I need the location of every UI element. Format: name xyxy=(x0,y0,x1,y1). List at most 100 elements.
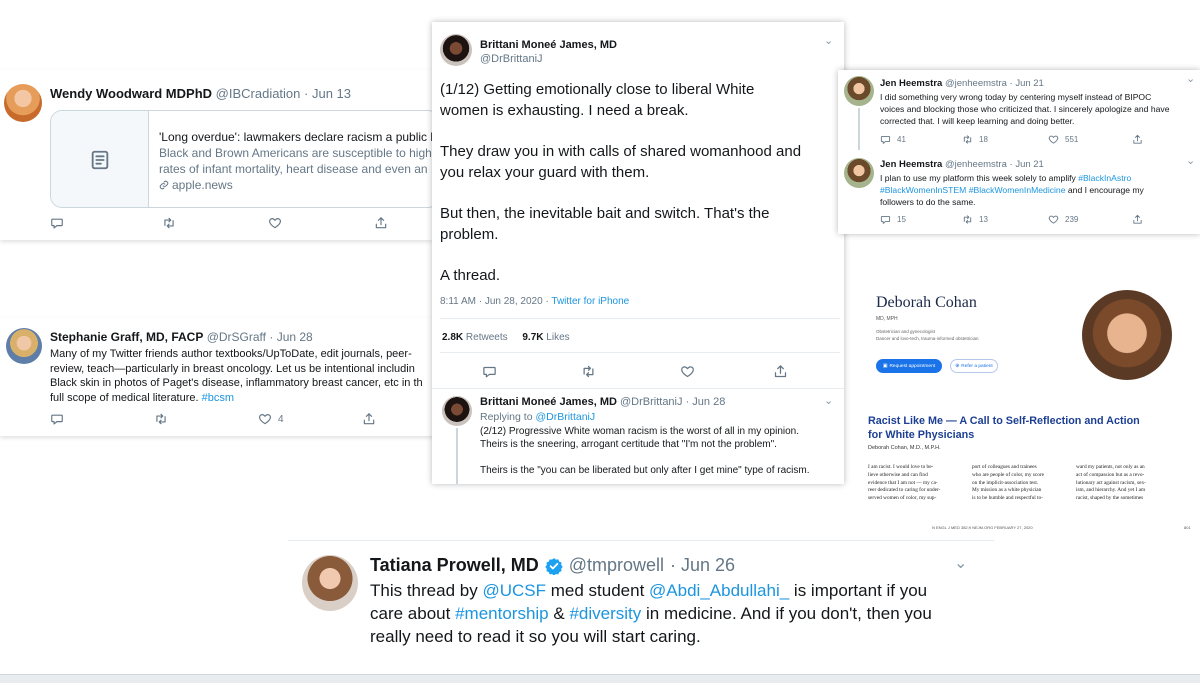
button-label: Request appointment xyxy=(889,363,936,369)
likes-stat[interactable]: 9.7K Likes xyxy=(522,332,569,343)
profile-name: Deborah Cohan xyxy=(876,294,977,311)
mention-link[interactable]: @UCSF xyxy=(482,581,546,600)
article-title-line: Racist Like Me — A Call to Self-Reflecti… xyxy=(868,415,1140,427)
tweet-actions xyxy=(50,216,388,230)
reply-button[interactable] xyxy=(50,412,154,426)
tweet-date[interactable]: · Jun 28 xyxy=(269,330,312,344)
share-icon xyxy=(1132,134,1143,145)
article-column: ward my patients, not only as an act of c… xyxy=(1076,464,1146,502)
like-button[interactable]: 4 xyxy=(258,412,362,426)
author-handle[interactable]: @tmprowell xyxy=(569,555,664,576)
tweet-date[interactable]: · Jun 26 xyxy=(670,555,735,576)
chevron-down-icon[interactable]: ⌄ xyxy=(824,394,833,407)
like-count: 239 xyxy=(1065,215,1079,224)
author-name[interactable]: Brittani Moneé James, MD xyxy=(480,396,617,408)
profile-photo xyxy=(1082,290,1172,380)
reply-icon xyxy=(482,364,497,379)
share-button[interactable] xyxy=(1132,134,1143,145)
author-handle[interactable]: @jenheemstra xyxy=(945,159,1007,170)
author-name[interactable]: Stephanie Graff, MD, FACP xyxy=(50,330,203,344)
tweet-date[interactable]: · Jun 13 xyxy=(304,86,351,101)
retweet-button[interactable]: 18 xyxy=(962,134,1048,145)
avatar[interactable] xyxy=(440,34,472,66)
author-handle[interactable]: @DrSGraff xyxy=(207,330,266,344)
link-card-description: rates of infant mortality, heart disease… xyxy=(159,162,440,176)
retweets-stat[interactable]: 2.8K Retweets xyxy=(442,332,508,343)
retweet-button[interactable] xyxy=(162,216,268,230)
author-handle[interactable]: @DrBrittaniJ xyxy=(480,52,617,66)
tweet-text-line: full scope of medical literature. xyxy=(50,391,199,404)
author-name[interactable]: Jen Heemstra xyxy=(880,78,942,89)
author-name[interactable]: Wendy Woodward MDPhD xyxy=(50,86,212,101)
tweet-text-line: Black skin in photos of Paget's disease,… xyxy=(50,377,423,389)
like-button[interactable]: 239 xyxy=(1048,214,1132,225)
avatar[interactable] xyxy=(844,76,874,106)
author-name[interactable]: Jen Heemstra xyxy=(880,159,942,170)
article-author: Deborah Cohan, M.D., M.P.H. xyxy=(868,445,941,451)
hashtag-link[interactable]: #mentorship xyxy=(455,604,549,623)
retweet-icon xyxy=(154,412,168,426)
hashtag-link[interactable]: #BlackInAstro xyxy=(1078,173,1131,183)
tweet-timestamp[interactable]: 8:11 AM · Jun 28, 2020 · xyxy=(440,296,549,307)
reply-button[interactable] xyxy=(50,216,162,230)
share-button[interactable] xyxy=(374,216,388,230)
reply-count: 15 xyxy=(897,215,906,224)
avatar[interactable] xyxy=(844,158,874,188)
page-number: 801 xyxy=(1184,525,1191,530)
reply-button[interactable] xyxy=(482,364,581,379)
author-handle[interactable]: @DrBrittaniJ xyxy=(620,396,683,408)
avatar[interactable] xyxy=(302,555,358,611)
retweet-button[interactable] xyxy=(581,364,680,379)
retweet-icon xyxy=(962,214,973,225)
link-card[interactable]: 'Long overdue': lawmakers declare racism… xyxy=(50,110,440,208)
link-card-thumbnail xyxy=(51,111,149,207)
avatar[interactable] xyxy=(4,84,42,122)
tweet-header: Jen Heemstra @jenheemstra · Jun 21 xyxy=(880,159,1044,170)
avatar[interactable] xyxy=(442,396,472,426)
tweet-date[interactable]: · Jun 21 xyxy=(1010,159,1044,170)
refer-patient-button[interactable]: ⊕ Refer a patient xyxy=(950,359,998,373)
like-button[interactable]: 551 xyxy=(1048,134,1132,145)
tweet-text-line xyxy=(480,451,842,464)
tweet-text-line: review, teach—particularly in breast onc… xyxy=(50,362,415,375)
author-name[interactable]: Brittani Moneé James, MD xyxy=(480,38,617,52)
avatar[interactable] xyxy=(6,328,42,364)
reply-button[interactable]: 41 xyxy=(880,134,962,145)
mention-link[interactable]: @Abdi_Abdullahi_ xyxy=(649,581,789,600)
like-button[interactable] xyxy=(268,216,374,230)
hashtag-link[interactable]: #diversity xyxy=(569,604,641,623)
retweet-icon xyxy=(162,216,176,230)
tweet-source[interactable]: Twitter for iPhone xyxy=(551,296,629,307)
article-body: I am racist. I would love to be-lieve ot… xyxy=(868,464,1174,503)
retweet-button[interactable] xyxy=(154,412,258,426)
share-button[interactable] xyxy=(1132,214,1143,225)
hashtag-link[interactable]: #BlackWomenInSTEM xyxy=(880,185,966,195)
author-handle[interactable]: @jenheemstra xyxy=(945,78,1007,89)
tweet-date[interactable]: · Jun 21 xyxy=(1010,78,1044,89)
tweet-actions: 41 18 551 xyxy=(880,134,1143,145)
chevron-down-icon[interactable]: ⌄ xyxy=(824,34,833,47)
hashtag-link[interactable]: #BlackWomenInMedicine xyxy=(969,185,1066,195)
like-button[interactable] xyxy=(680,364,773,379)
author-handle[interactable]: @IBCradiation xyxy=(216,86,301,101)
chevron-down-icon[interactable]: ⌄ xyxy=(954,553,967,573)
replying-to: Replying to @DrBrittaniJ xyxy=(480,411,596,423)
request-appointment-button[interactable]: ▣ Request appointment xyxy=(876,359,942,373)
share-button[interactable] xyxy=(773,364,788,379)
heart-icon xyxy=(1048,134,1059,145)
tweet-tatiana-prowell: Tatiana Prowell, MD @tmprowell · Jun 26 … xyxy=(288,540,994,658)
chevron-down-icon[interactable]: ⌄ xyxy=(1186,154,1195,167)
reply-icon xyxy=(50,216,64,230)
reply-icon xyxy=(880,214,891,225)
button-label: Refer a patient xyxy=(961,363,993,369)
chevron-down-icon[interactable]: ⌄ xyxy=(1186,72,1195,85)
window-bottom-bar xyxy=(0,674,1200,683)
mention-link[interactable]: @DrBrittaniJ xyxy=(535,411,595,423)
author-name[interactable]: Tatiana Prowell, MD xyxy=(370,555,539,576)
profile-credentials: MD, MPH xyxy=(876,316,898,322)
share-button[interactable] xyxy=(362,412,376,426)
hashtag-link[interactable]: #bcsm xyxy=(202,392,234,404)
retweet-button[interactable]: 13 xyxy=(962,214,1048,225)
reply-button[interactable]: 15 xyxy=(880,214,962,225)
tweet-date[interactable]: · Jun 28 xyxy=(686,396,726,408)
